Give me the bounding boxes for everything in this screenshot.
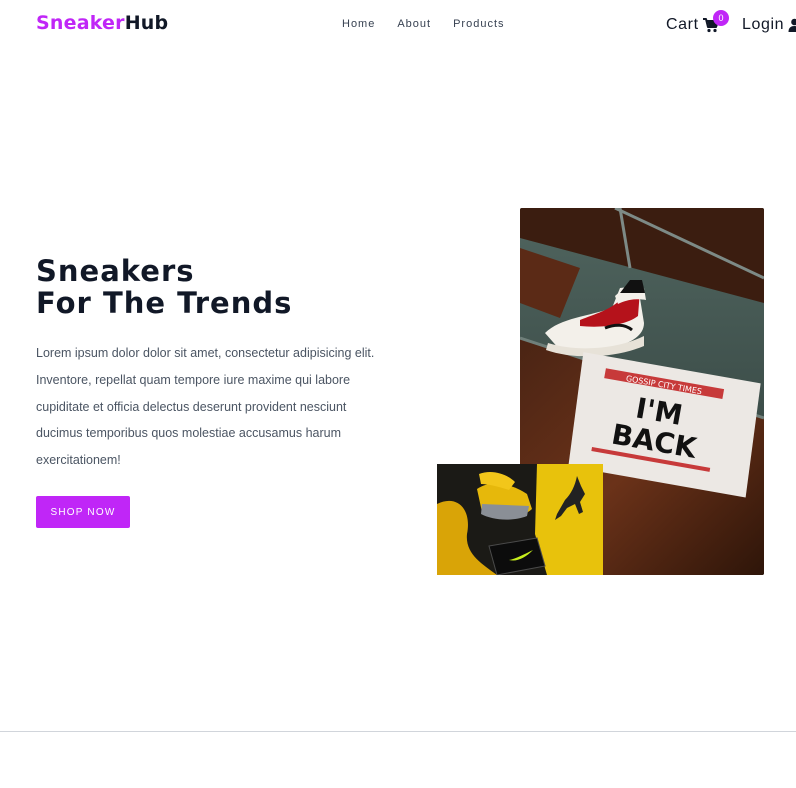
cart-label: Cart <box>666 16 699 33</box>
nav-link-products[interactable]: Products <box>453 18 504 30</box>
login-button[interactable]: Login <box>742 16 796 34</box>
brand-name-part2: Hub <box>124 12 169 34</box>
hero-title: Sneakers For The Trends <box>36 255 292 319</box>
hero-title-line1: Sneakers <box>36 254 195 288</box>
hero-title-line2: For The Trends <box>36 286 293 320</box>
brand-name-part1: Sneaker <box>36 12 125 34</box>
nav-link-home[interactable]: Home <box>342 18 375 30</box>
cart-count-badge: 0 <box>713 10 729 26</box>
nav-link-about[interactable]: About <box>397 18 431 30</box>
user-icon <box>788 18 796 32</box>
shop-now-button[interactable]: SHOP NOW <box>36 496 130 528</box>
section-divider <box>0 731 796 732</box>
main-menu: Home About Products <box>342 18 505 30</box>
brand-logo[interactable]: SneakerHub <box>36 12 168 34</box>
cart-button[interactable]: Cart <box>666 16 719 34</box>
yellow-sneakers-illustration <box>437 464 603 575</box>
navbar: SneakerHub Home About Products Cart 0 Lo… <box>0 0 796 50</box>
login-label: Login <box>742 16 785 33</box>
hero-description: Lorem ipsum dolor dolor sit amet, consec… <box>36 346 375 468</box>
hero-image-yellow-sneakers <box>437 464 603 575</box>
